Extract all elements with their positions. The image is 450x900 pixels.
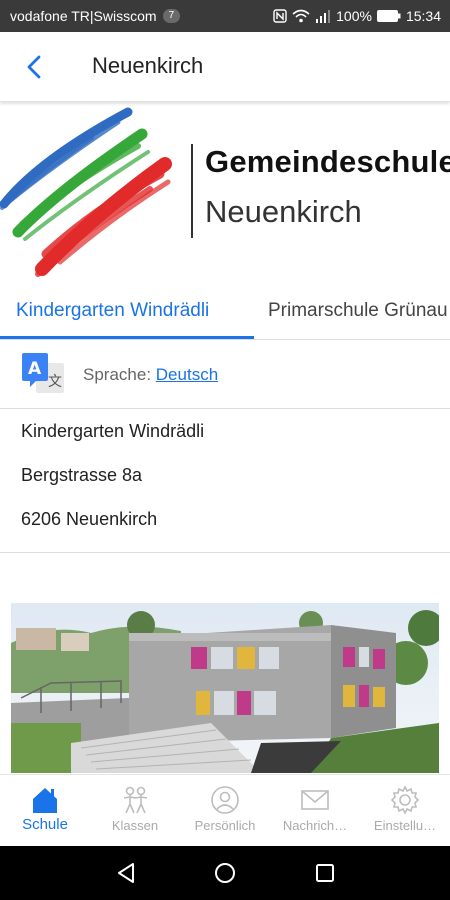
- nav-einstellungen[interactable]: Einstellu…: [360, 775, 450, 847]
- system-recents-icon[interactable]: [314, 862, 336, 889]
- nfc-icon: [273, 9, 287, 23]
- language-prefix: Sprache:: [83, 365, 152, 384]
- nav-persoenlich-label: Persönlich: [194, 818, 256, 833]
- tab-kindergarten[interactable]: Kindergarten Windrädli: [16, 300, 209, 322]
- nav-nachrichten[interactable]: Nachrich…: [270, 775, 360, 847]
- language-row[interactable]: 文 A Sprache: Deutsch: [0, 341, 450, 409]
- battery-percent: 100%: [336, 8, 372, 24]
- notification-badge: 7: [162, 9, 181, 23]
- back-arrow-icon[interactable]: [18, 52, 52, 82]
- system-navigation-bar: [0, 846, 450, 900]
- system-home-icon[interactable]: [214, 862, 236, 889]
- nav-klassen-label: Klassen: [111, 818, 159, 833]
- battery-icon: [376, 10, 401, 22]
- mail-icon: [301, 790, 329, 810]
- language-link[interactable]: Deutsch: [156, 365, 218, 384]
- app-bar: Neuenkirch: [0, 32, 450, 102]
- nav-nachrichten-label: Nachrich…: [282, 818, 348, 833]
- logo-title: Gemeindeschulen: [205, 144, 450, 179]
- school-photo: [11, 603, 439, 773]
- language-label: Sprache: Deutsch: [83, 365, 218, 385]
- nav-schule[interactable]: Schule: [0, 775, 90, 847]
- svg-text:文: 文: [48, 374, 62, 390]
- tab-indicator: [0, 336, 254, 339]
- translate-icon: 文 A: [22, 353, 66, 395]
- address-name: Kindergarten Windrädli: [21, 421, 205, 441]
- signal-icon: [315, 9, 331, 23]
- clock: 15:34: [405, 8, 441, 24]
- status-bar: vodafone TR|Swisscom 7 100% 15:34: [0, 0, 450, 32]
- wifi-icon: [292, 9, 310, 23]
- logo-divider: [191, 144, 193, 238]
- children-icon: [123, 786, 148, 814]
- school-logo: Gemeindeschulen Neuenkirch: [0, 104, 450, 284]
- address-block: Kindergarten Windrädli Bergstrasse 8a 62…: [0, 410, 450, 553]
- nav-persoenlich[interactable]: Persönlich: [180, 775, 270, 847]
- svg-text:A: A: [28, 359, 42, 379]
- home-icon: [33, 788, 57, 813]
- person-icon: [211, 786, 239, 814]
- address-city: 6206 Neuenkirch: [21, 509, 158, 529]
- system-back-icon[interactable]: [115, 862, 137, 889]
- logo-brush-strokes: [0, 107, 172, 277]
- page-title: Neuenkirch: [92, 53, 204, 78]
- gear-icon: [390, 785, 420, 815]
- tab-primarschule[interactable]: Primarschule Grünau: [268, 300, 448, 322]
- nav-einstellungen-label: Einstellu…: [373, 818, 437, 833]
- status-bar-right: 100% 15:34: [273, 8, 441, 24]
- logo-subtitle: Neuenkirch: [205, 194, 362, 229]
- nav-schule-label: Schule: [22, 816, 68, 833]
- school-tabs: Kindergarten Windrädli Primarschule Grün…: [0, 286, 450, 340]
- nav-klassen[interactable]: Klassen: [90, 775, 180, 847]
- address-street: Bergstrasse 8a: [21, 465, 143, 485]
- bottom-navigation: Schule Klassen Persönlich Nachrich… Eins…: [0, 774, 450, 846]
- status-bar-left: vodafone TR|Swisscom 7: [10, 8, 181, 24]
- carrier-text: vodafone TR|Swisscom: [10, 8, 157, 24]
